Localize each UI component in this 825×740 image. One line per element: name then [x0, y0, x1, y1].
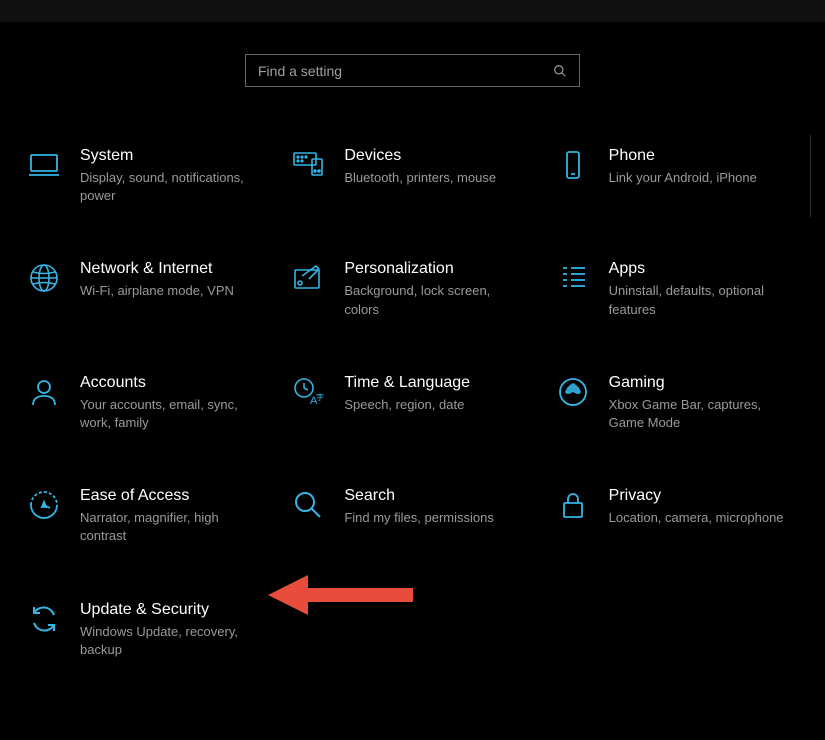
tile-text: Devices Bluetooth, printers, mouse	[344, 147, 524, 187]
tile-desc: Xbox Game Bar, captures, Game Mode	[609, 396, 789, 432]
gaming-icon	[555, 376, 591, 412]
tile-desc: Narrator, magnifier, high contrast	[80, 509, 260, 545]
tile-text: Time & Language Speech, region, date	[344, 374, 524, 414]
tile-time-language[interactable]: A 字 Time & Language Speech, region, date	[290, 374, 534, 432]
tile-desc: Background, lock screen, colors	[344, 282, 524, 318]
title-bar	[0, 0, 825, 22]
tile-text: Search Find my files, permissions	[344, 487, 524, 527]
tile-ease-of-access[interactable]: Ease of Access Narrator, magnifier, high…	[26, 487, 270, 545]
tile-privacy[interactable]: Privacy Location, camera, microphone	[555, 487, 799, 545]
time-language-icon: A 字	[290, 376, 326, 412]
lock-icon	[555, 489, 591, 525]
apps-icon	[555, 262, 591, 298]
tile-desc: Windows Update, recovery, backup	[80, 623, 260, 659]
tile-title: Gaming	[609, 374, 789, 392]
search-icon	[553, 64, 567, 78]
accounts-icon	[26, 376, 62, 412]
phone-icon	[555, 149, 591, 185]
tile-accounts[interactable]: Accounts Your accounts, email, sync, wor…	[26, 374, 270, 432]
tile-text: Network & Internet Wi-Fi, airplane mode,…	[80, 260, 260, 300]
tile-desc: Link your Android, iPhone	[609, 169, 789, 187]
tile-devices[interactable]: Devices Bluetooth, printers, mouse	[290, 147, 534, 205]
tile-title: Ease of Access	[80, 487, 260, 505]
tile-text: Accounts Your accounts, email, sync, wor…	[80, 374, 260, 432]
personalization-icon	[290, 262, 326, 298]
tile-title: Apps	[609, 260, 789, 278]
search-container	[0, 54, 825, 87]
tile-title: Accounts	[80, 374, 260, 392]
tile-search[interactable]: Search Find my files, permissions	[290, 487, 534, 545]
search-category-icon	[290, 489, 326, 525]
tile-text: System Display, sound, notifications, po…	[80, 147, 260, 205]
tile-gaming[interactable]: Gaming Xbox Game Bar, captures, Game Mod…	[555, 374, 799, 432]
tile-title: Personalization	[344, 260, 524, 278]
tile-desc: Find my files, permissions	[344, 509, 524, 527]
tile-title: Devices	[344, 147, 524, 165]
tile-personalization[interactable]: Personalization Background, lock screen,…	[290, 260, 534, 318]
tile-title: Phone	[609, 147, 789, 165]
system-icon	[26, 149, 62, 185]
svg-text:字: 字	[316, 392, 324, 402]
tile-update-security[interactable]: Update & Security Windows Update, recove…	[26, 601, 270, 659]
update-icon	[26, 603, 62, 639]
tile-desc: Your accounts, email, sync, work, family	[80, 396, 260, 432]
tile-title: System	[80, 147, 260, 165]
tile-desc: Wi-Fi, airplane mode, VPN	[80, 282, 260, 300]
settings-grid: System Display, sound, notifications, po…	[0, 147, 825, 659]
tile-desc: Bluetooth, printers, mouse	[344, 169, 524, 187]
tile-title: Network & Internet	[80, 260, 260, 278]
globe-icon	[26, 262, 62, 298]
tile-desc: Speech, region, date	[344, 396, 524, 414]
tile-text: Apps Uninstall, defaults, optional featu…	[609, 260, 789, 318]
tile-title: Privacy	[609, 487, 789, 505]
tile-desc: Display, sound, notifications, power	[80, 169, 260, 205]
search-box[interactable]	[245, 54, 580, 87]
tile-network[interactable]: Network & Internet Wi-Fi, airplane mode,…	[26, 260, 270, 318]
tile-phone[interactable]: Phone Link your Android, iPhone	[555, 147, 799, 205]
settings-content: System Display, sound, notifications, po…	[0, 22, 825, 659]
tile-desc: Location, camera, microphone	[609, 509, 789, 527]
tile-text: Gaming Xbox Game Bar, captures, Game Mod…	[609, 374, 789, 432]
tile-title: Time & Language	[344, 374, 524, 392]
tile-text: Update & Security Windows Update, recove…	[80, 601, 260, 659]
tile-desc: Uninstall, defaults, optional features	[609, 282, 789, 318]
tile-title: Update & Security	[80, 601, 260, 619]
tile-title: Search	[344, 487, 524, 505]
tile-text: Personalization Background, lock screen,…	[344, 260, 524, 318]
search-input[interactable]	[258, 63, 553, 79]
devices-icon	[290, 149, 326, 185]
tile-apps[interactable]: Apps Uninstall, defaults, optional featu…	[555, 260, 799, 318]
tile-text: Privacy Location, camera, microphone	[609, 487, 789, 527]
tile-system[interactable]: System Display, sound, notifications, po…	[26, 147, 270, 205]
tile-text: Ease of Access Narrator, magnifier, high…	[80, 487, 260, 545]
ease-of-access-icon	[26, 489, 62, 525]
tile-text: Phone Link your Android, iPhone	[609, 147, 789, 187]
